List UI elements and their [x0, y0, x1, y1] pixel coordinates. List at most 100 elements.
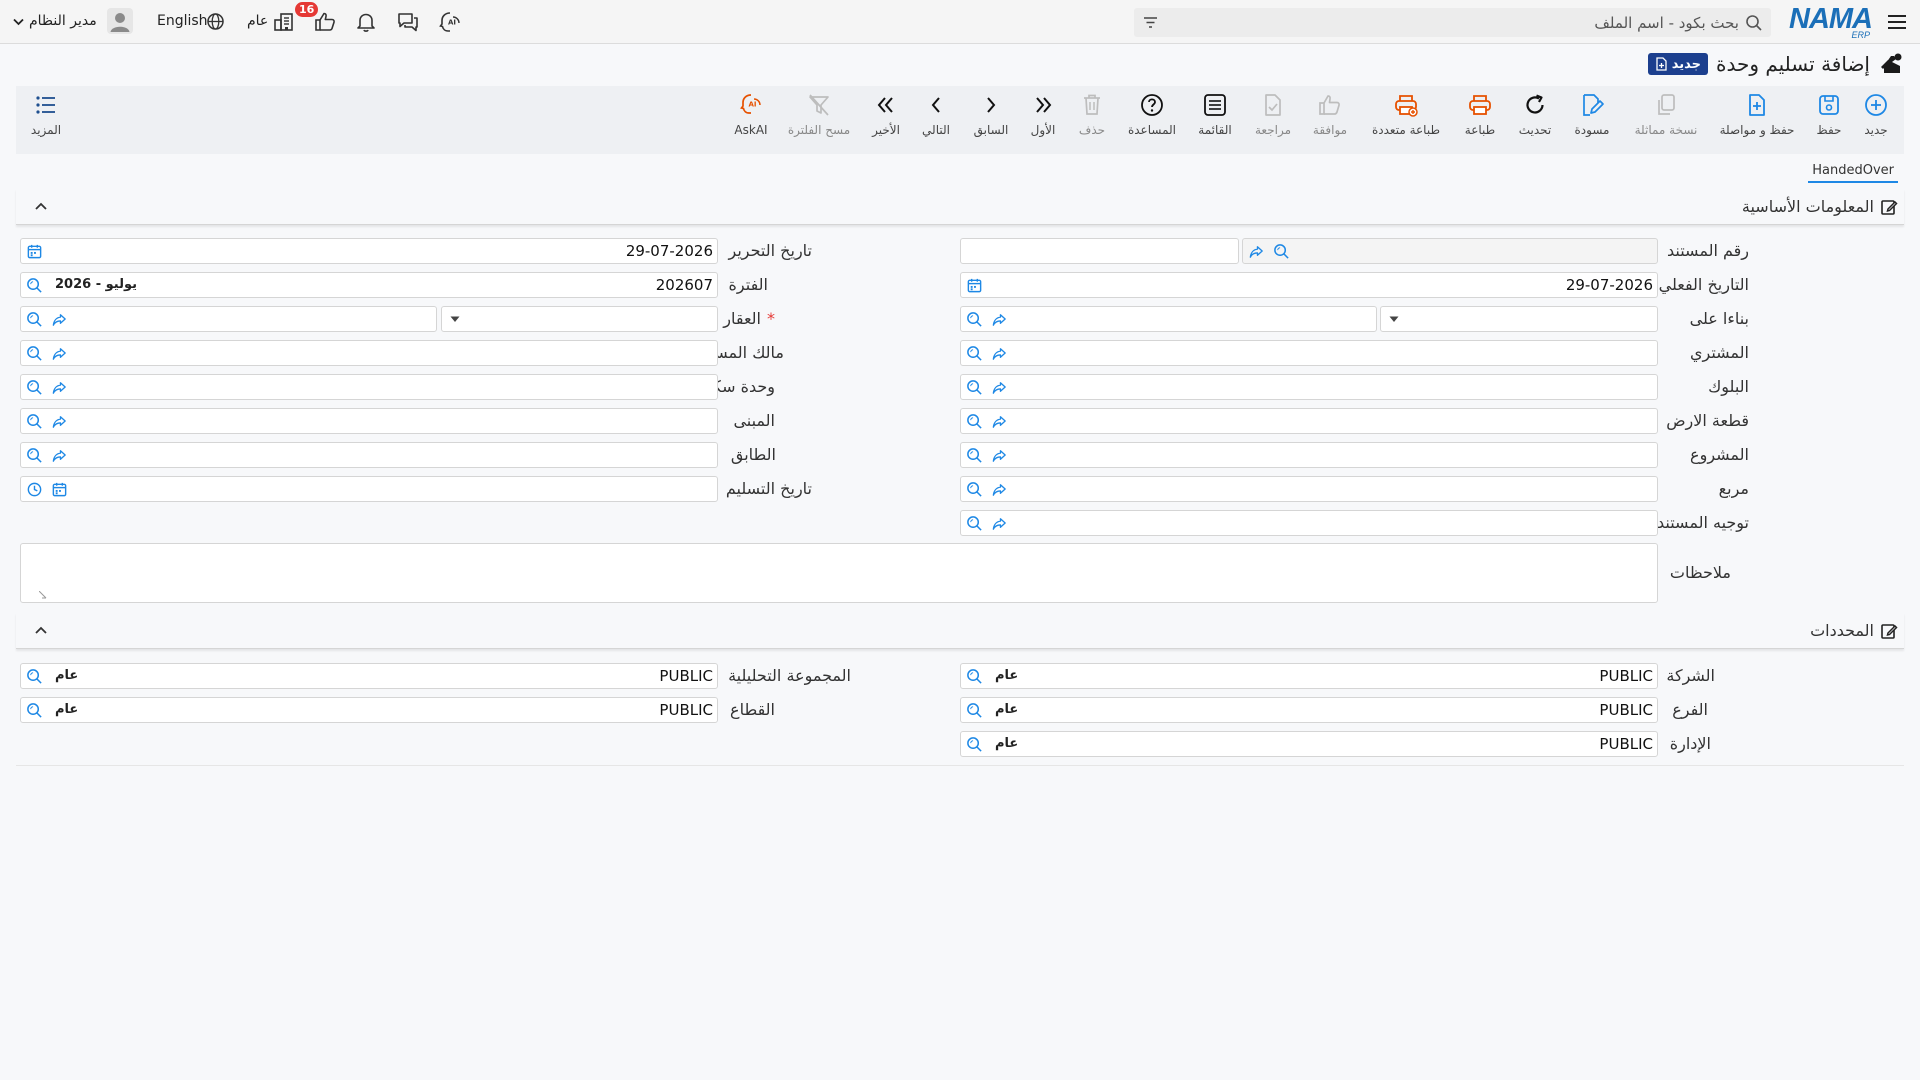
- share-icon[interactable]: [991, 447, 1008, 464]
- search-icon[interactable]: [26, 345, 43, 362]
- share-icon[interactable]: [991, 413, 1008, 430]
- clock-icon[interactable]: [26, 481, 43, 498]
- dimensions-section-header[interactable]: المحددات: [16, 613, 1904, 649]
- user-name[interactable]: مدير النظام: [29, 13, 97, 29]
- company-field[interactable]: PUBLIC عام: [960, 663, 1658, 689]
- doc-direction-field[interactable]: [960, 510, 1658, 536]
- calendar-icon[interactable]: [966, 277, 983, 294]
- search-icon[interactable]: [26, 413, 43, 430]
- share-icon[interactable]: [991, 311, 1008, 328]
- filter-icon[interactable]: [1142, 14, 1159, 31]
- residential-unit-field[interactable]: [20, 374, 718, 400]
- edit-date-field[interactable]: 29-07-2026: [20, 238, 718, 264]
- share-icon[interactable]: [991, 515, 1008, 532]
- share-icon[interactable]: [51, 447, 68, 464]
- doc-number-field[interactable]: [1242, 238, 1658, 264]
- svg-text:AI: AI: [448, 19, 456, 27]
- delivery-date-field[interactable]: [20, 476, 718, 502]
- search-icon[interactable]: [966, 447, 983, 464]
- calendar-icon[interactable]: [26, 243, 43, 260]
- analytic-group-field[interactable]: PUBLIC عام: [20, 663, 718, 689]
- share-icon[interactable]: [51, 311, 68, 328]
- copy-icon: [1653, 92, 1679, 118]
- based-on-type-select[interactable]: [1380, 306, 1658, 332]
- department-field[interactable]: PUBLIC عام: [960, 731, 1658, 757]
- period-name-value: 2026 - يوليو: [55, 277, 138, 292]
- nama-erp-logo[interactable]: NAMA ERP: [1789, 3, 1873, 40]
- share-icon[interactable]: [991, 345, 1008, 362]
- search-icon[interactable]: [966, 311, 983, 328]
- help-button[interactable]: المساعدة: [1117, 92, 1187, 137]
- share-icon[interactable]: [991, 481, 1008, 498]
- scope-label[interactable]: عام: [247, 13, 268, 29]
- search-icon[interactable]: [966, 668, 983, 685]
- search-icon[interactable]: [26, 379, 43, 396]
- bell-icon[interactable]: [354, 10, 378, 34]
- share-icon[interactable]: [51, 413, 68, 430]
- buyer-field[interactable]: [960, 340, 1658, 366]
- collapse-icon[interactable]: [34, 199, 48, 213]
- search-icon[interactable]: [26, 311, 43, 328]
- based-on-field[interactable]: [960, 306, 1377, 332]
- list-button[interactable]: القائمة: [1180, 92, 1250, 137]
- share-icon[interactable]: [991, 379, 1008, 396]
- print-button[interactable]: طباعة: [1445, 92, 1515, 137]
- building-field[interactable]: [20, 408, 718, 434]
- search-icon[interactable]: [966, 736, 983, 753]
- property-field[interactable]: [20, 306, 437, 332]
- search-icon[interactable]: [26, 702, 43, 719]
- duplicate-button[interactable]: نسخة مماثلة: [1631, 92, 1701, 137]
- language-switch[interactable]: English: [157, 13, 208, 29]
- doc-number-input[interactable]: [960, 238, 1239, 264]
- clear-filter-button[interactable]: مسح الفلترة: [784, 92, 854, 137]
- property-type-select[interactable]: [441, 306, 718, 332]
- more-button[interactable]: المزيد: [11, 92, 81, 137]
- user-avatar-icon[interactable]: [107, 8, 133, 34]
- search-icon[interactable]: [966, 345, 983, 362]
- menu-icon[interactable]: [1886, 12, 1908, 32]
- notes-textarea[interactable]: [20, 543, 1658, 603]
- project-field[interactable]: [960, 442, 1658, 468]
- search-icon[interactable]: [1273, 243, 1290, 260]
- search-icon[interactable]: [1745, 14, 1763, 32]
- last-record-button[interactable]: الأخير: [851, 92, 921, 137]
- globe-icon[interactable]: [206, 12, 225, 31]
- share-icon[interactable]: [1248, 243, 1265, 260]
- share-icon[interactable]: [51, 379, 68, 396]
- land-plot-field[interactable]: [960, 408, 1658, 434]
- actual-date-field[interactable]: 29-07-2026: [960, 272, 1658, 298]
- collapse-icon[interactable]: [34, 623, 48, 637]
- sector-field[interactable]: PUBLIC عام: [20, 697, 718, 723]
- search-icon[interactable]: [26, 277, 43, 294]
- basic-info-section-header[interactable]: المعلومات الأساسية: [16, 189, 1904, 225]
- search-icon[interactable]: [26, 668, 43, 685]
- search-icon[interactable]: [966, 515, 983, 532]
- company-building-icon[interactable]: [272, 10, 296, 34]
- doc-owner-field[interactable]: [20, 340, 718, 366]
- search-icon[interactable]: [966, 481, 983, 498]
- search-icon[interactable]: [966, 702, 983, 719]
- chevron-down-icon[interactable]: [13, 18, 24, 26]
- search-input[interactable]: [1179, 10, 1739, 35]
- search-icon[interactable]: [966, 379, 983, 396]
- askai-button[interactable]: AI AskAI: [716, 92, 786, 137]
- period-field[interactable]: 202607 2026 - يوليو: [20, 272, 718, 298]
- floor-field[interactable]: [20, 442, 718, 468]
- save-button[interactable]: حفظ: [1794, 92, 1864, 137]
- ai-assistant-icon: AI: [738, 92, 764, 118]
- company-code-value: PUBLIC: [1599, 667, 1653, 685]
- ai-assistant-icon[interactable]: AI: [438, 10, 462, 34]
- chat-icon[interactable]: [396, 10, 420, 34]
- search-icon[interactable]: [966, 413, 983, 430]
- square-field[interactable]: [960, 476, 1658, 502]
- resize-handle-icon[interactable]: [39, 591, 47, 599]
- share-icon[interactable]: [51, 345, 68, 362]
- calendar-icon[interactable]: [51, 481, 68, 498]
- branch-field[interactable]: PUBLIC عام: [960, 697, 1658, 723]
- tab-handed-over[interactable]: HandedOver: [1808, 160, 1898, 183]
- save-continue-button[interactable]: حفظ و مواصلة: [1720, 92, 1794, 137]
- multi-print-button[interactable]: طباعة متعددة: [1371, 92, 1441, 137]
- block-field[interactable]: [960, 374, 1658, 400]
- search-icon[interactable]: [26, 447, 43, 464]
- clear-filter-label: مسح الفلترة: [787, 123, 851, 137]
